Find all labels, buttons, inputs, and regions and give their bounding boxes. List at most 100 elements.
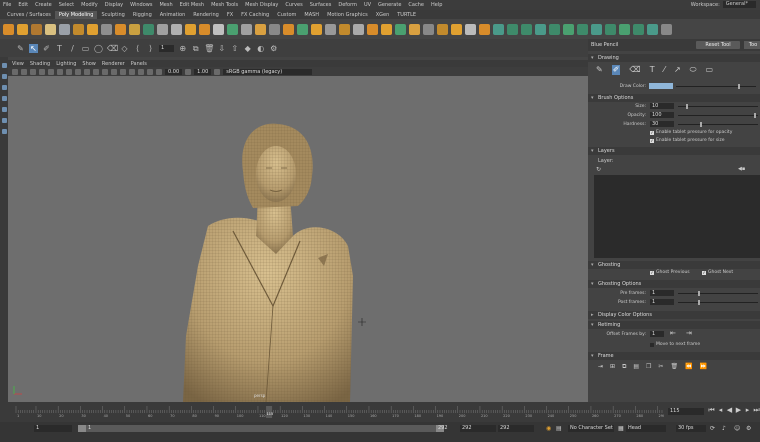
bookmark-icon[interactable] — [30, 68, 36, 75]
shelf-tab-fx[interactable]: FX — [223, 11, 237, 19]
diamond-icon[interactable]: ◇ — [120, 44, 129, 53]
resolution-gate-icon[interactable] — [66, 68, 72, 75]
history-icon[interactable] — [507, 23, 518, 35]
hardness-field[interactable]: 30 — [650, 121, 674, 127]
shadows-icon[interactable] — [120, 68, 126, 75]
viewport-menu-shading[interactable]: Shading — [30, 61, 50, 67]
shelf-tab-animation[interactable]: Animation — [156, 11, 190, 19]
frame-add-icon[interactable]: ⊞ — [610, 363, 615, 371]
colorspace-dropdown[interactable]: sRGB gamma (legacy) — [223, 68, 313, 75]
rectangle-tool-icon[interactable]: ▭ — [81, 44, 90, 53]
cube-icon[interactable] — [3, 23, 14, 35]
menu-cache[interactable]: Cache — [408, 2, 424, 8]
reduce-icon[interactable] — [241, 23, 252, 35]
draw-color-swatch[interactable] — [649, 83, 673, 89]
wedge-icon[interactable] — [367, 23, 378, 35]
viewport-menu-renderer[interactable]: Renderer — [102, 61, 125, 67]
ghosting-options-section[interactable]: Ghosting Options — [588, 280, 760, 288]
shelf-tab-mash[interactable]: MASH — [300, 11, 323, 19]
menu-mesh[interactable]: Mesh — [159, 2, 172, 8]
isolate-icon[interactable] — [147, 68, 153, 75]
settings-icon[interactable]: ⚙ — [269, 44, 278, 53]
3d-viewport[interactable] — [8, 76, 588, 402]
keys-icon[interactable]: ▤ — [556, 425, 562, 432]
sound-icon[interactable]: ♪ — [722, 425, 726, 432]
drawing-section[interactable]: Drawing — [588, 54, 760, 62]
play-back-icon[interactable]: ◀ — [726, 406, 733, 415]
step-back-icon[interactable]: ◂ — [717, 406, 724, 415]
step-forward-icon[interactable]: ▸ — [744, 406, 751, 415]
pencil-tool-icon[interactable]: ✐ — [611, 65, 621, 75]
menu-modify[interactable]: Modify — [81, 2, 98, 8]
opacity-pressure-checkbox[interactable]: ✓ Enable tablet pressure for opacity — [650, 130, 732, 135]
center-pivot-icon[interactable] — [479, 23, 490, 35]
smooth-shade-icon[interactable] — [93, 68, 99, 75]
collapse-icon[interactable] — [409, 23, 420, 35]
menu-select[interactable]: Select — [59, 2, 74, 8]
brush-icon[interactable]: ✎ — [16, 44, 25, 53]
connect-icon[interactable] — [423, 23, 434, 35]
menu-deform[interactable]: Deform — [338, 2, 357, 8]
export-icon[interactable]: ⇧ — [230, 44, 239, 53]
post-frames-field[interactable]: 1 — [650, 299, 674, 305]
append-icon[interactable] — [157, 23, 168, 35]
viewport-menu-show[interactable]: Show — [82, 61, 96, 67]
target-weld-icon[interactable] — [199, 23, 210, 35]
retime-right-icon[interactable]: ⇥ — [686, 329, 692, 337]
lasso-icon[interactable] — [1, 74, 7, 79]
fill-hole-icon[interactable] — [171, 23, 182, 35]
retopo-icon[interactable] — [465, 23, 476, 35]
reset-tool-button[interactable]: Reset Tool — [696, 41, 740, 49]
text-tool-icon[interactable]: T — [650, 65, 655, 75]
menu-create[interactable]: Create — [35, 2, 52, 8]
shelf-tab-fx-caching[interactable]: FX Caching — [237, 11, 273, 19]
shelf-tab-turtle[interactable]: TURTLE — [393, 11, 420, 19]
display-color-section[interactable]: Display Color Options — [588, 311, 760, 319]
duplicate-icon[interactable] — [549, 23, 560, 35]
boolean-icon[interactable] — [283, 23, 294, 35]
align-icon[interactable] — [577, 23, 588, 35]
menu-surfaces[interactable]: Surfaces — [310, 2, 332, 8]
eraser-tool-icon[interactable]: ⌫ — [629, 65, 640, 75]
scale-icon[interactable] — [1, 107, 7, 112]
camera-icon[interactable] — [12, 68, 18, 75]
frame-prev-icon[interactable]: ⟨ — [133, 44, 142, 53]
colorspace-icon[interactable] — [214, 68, 221, 75]
menu-uv[interactable]: UV — [364, 2, 371, 8]
viewport-menu-lighting[interactable]: Lighting — [56, 61, 76, 67]
offset-frames-field[interactable]: 1 — [650, 331, 664, 337]
trash-icon[interactable]: 🗑 — [204, 44, 214, 53]
shelf-tab-custom[interactable]: Custom — [273, 11, 300, 19]
shelf-tab-curves-surfaces[interactable]: Curves / Surfaces — [3, 11, 55, 19]
frame-insert-icon[interactable]: ⇥ — [598, 363, 603, 371]
tool-help-button[interactable]: Too — [744, 41, 760, 49]
viewport-menu-view[interactable]: View — [12, 61, 24, 67]
extrude-icon[interactable] — [115, 23, 126, 35]
gamma-icon[interactable] — [185, 68, 192, 75]
soft-select-icon[interactable] — [339, 23, 350, 35]
shelf-tab-poly-modeling[interactable]: Poly Modeling — [54, 10, 98, 19]
brush-options-section[interactable]: Brush Options — [588, 94, 760, 102]
menu-generate[interactable]: Generate — [378, 2, 401, 8]
add-frame-icon[interactable]: ⊕ — [178, 44, 187, 53]
prefs-icon[interactable]: ⚙ — [746, 425, 751, 432]
smooth-icon[interactable] — [227, 23, 238, 35]
slide-icon[interactable] — [437, 23, 448, 35]
image-plane-icon[interactable] — [39, 68, 45, 75]
sphere-icon[interactable] — [17, 23, 28, 35]
play-icon[interactable]: ▶ — [735, 406, 742, 415]
grid-icon[interactable] — [48, 68, 54, 75]
ellipse-tool-icon[interactable]: ◯ — [94, 44, 103, 53]
layout-quad-icon[interactable] — [1, 129, 7, 134]
wireframe-icon[interactable] — [84, 68, 90, 75]
uv-shell-icon[interactable] — [619, 23, 630, 35]
crease-icon[interactable] — [353, 23, 364, 35]
textured-icon[interactable] — [102, 68, 108, 75]
torus-icon[interactable] — [73, 23, 84, 35]
menu-help[interactable]: Help — [431, 2, 442, 8]
range-bar[interactable]: 1 — [86, 425, 436, 432]
size-pressure-checkbox[interactable]: ✓ Enable tablet pressure for size — [650, 138, 725, 143]
frame-next-icon[interactable]: ⏩ — [700, 363, 707, 371]
frame-paste-icon[interactable]: ▤ — [633, 363, 639, 371]
fps-dropdown[interactable]: 30 fps — [676, 425, 706, 432]
